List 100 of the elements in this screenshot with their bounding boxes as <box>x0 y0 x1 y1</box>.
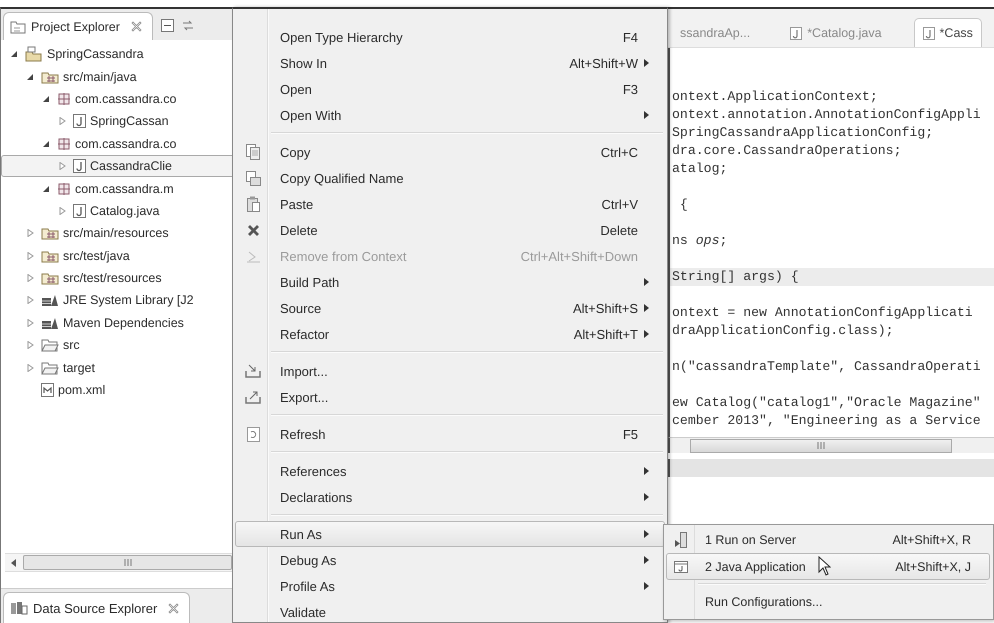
menu-item[interactable]: Debug As <box>235 547 665 573</box>
grip-icon <box>124 559 132 566</box>
project-explorer-tab[interactable]: Project Explorer <box>3 12 153 40</box>
shortcut-label: Alt+Shift+W <box>569 56 639 70</box>
scroll-thumb[interactable] <box>690 438 952 452</box>
shortcut-label: Delete <box>600 222 639 238</box>
tree-item[interactable]: com.cassandra.m <box>1 177 232 200</box>
tree-item[interactable]: src <box>1 334 232 356</box>
shortcut-label: Ctrl+V <box>602 196 639 212</box>
horizontal-scrollbar[interactable] <box>668 437 994 453</box>
menu-item[interactable]: Copy Qualified Name <box>235 165 665 191</box>
collapsed-arrow-icon[interactable] <box>26 229 34 238</box>
tree-item[interactable]: com.cassandra.co <box>1 132 232 155</box>
collapsed-arrow-icon[interactable] <box>26 341 34 350</box>
source-folder-icon <box>41 70 59 84</box>
collapsed-arrow-icon[interactable] <box>58 117 66 126</box>
scroll-thumb[interactable] <box>23 555 232 570</box>
tree-item[interactable]: src/test/java <box>1 244 232 267</box>
menu-item[interactable]: Source Alt+Shift+S <box>235 295 665 321</box>
collapse-all-icon[interactable] <box>160 19 174 32</box>
expanded-arrow-icon[interactable] <box>26 72 34 81</box>
menu-item[interactable]: References <box>235 458 665 484</box>
menu-item[interactable]: Validate <box>235 599 665 623</box>
menu-item[interactable]: 2 Java Application Alt+Shift+X, J <box>666 553 990 580</box>
folder-icon <box>41 338 59 352</box>
editor-tab[interactable]: *Cass <box>914 18 982 47</box>
library-icon <box>41 293 59 308</box>
code-line: draApplicationConfig.class); <box>671 322 895 340</box>
collapsed-arrow-icon[interactable] <box>26 296 34 304</box>
menu-item[interactable]: Run As <box>235 521 665 547</box>
code-line: SpringCassandraApplicationConfig; <box>671 124 934 142</box>
close-icon[interactable] <box>168 602 180 614</box>
menu-item[interactable]: Paste Ctrl+V <box>235 191 665 217</box>
tree-item[interactable]: src/test/resources <box>1 266 232 290</box>
code-line: ew Catalog("catalog1","Oracle Magazine" <box>671 394 982 412</box>
refresh-icon <box>246 426 260 442</box>
menu-item[interactable]: Import... <box>235 358 665 384</box>
code-line: dra.core.CassandraOperations; <box>671 142 902 160</box>
expanded-arrow-icon[interactable] <box>10 50 18 58</box>
remove-context-icon <box>246 250 260 262</box>
menu-item[interactable]: Open With <box>235 102 665 128</box>
import-icon <box>245 364 261 378</box>
menu-item[interactable]: Open F3 <box>235 76 665 102</box>
collapsed-arrow-icon[interactable] <box>26 318 34 327</box>
menu-item[interactable]: Profile As <box>235 573 665 599</box>
code-line: ns ops; <box>671 232 728 250</box>
menu-item[interactable]: Declarations <box>235 484 665 510</box>
tree-item[interactable]: com.cassandra.co <box>1 88 232 110</box>
collapsed-arrow-icon[interactable] <box>26 252 34 260</box>
shortcut-label: Ctrl+C <box>600 144 639 160</box>
source-folder-icon <box>41 248 59 263</box>
code-line: { <box>678 196 689 214</box>
copy-icon <box>246 144 260 160</box>
menu-item[interactable]: Refresh F5 <box>235 421 665 447</box>
collapsed-arrow-icon[interactable] <box>26 274 34 282</box>
sync-arrows-icon[interactable] <box>182 19 194 32</box>
menu-item[interactable]: Export... <box>235 384 665 410</box>
collapsed-arrow-icon[interactable] <box>58 162 66 170</box>
menu-item[interactable]: Delete Delete <box>235 217 665 243</box>
tree-item[interactable]: SpringCassandra <box>1 43 232 66</box>
java-file-icon <box>73 159 86 174</box>
tree-item[interactable]: target <box>1 356 232 379</box>
library-icon <box>41 316 59 330</box>
menu-item[interactable]: Open Type Hierarchy F4 <box>235 24 665 50</box>
tree-item[interactable]: JRE System Library [J2 <box>1 289 232 312</box>
folder-icon <box>41 360 59 375</box>
code-editor[interactable] <box>668 48 994 437</box>
mouse-pointer-icon <box>818 556 831 576</box>
java-file-icon <box>73 204 86 218</box>
paste-icon <box>246 196 260 212</box>
code-line: cember 2013", "Engineering as a Service <box>671 412 982 430</box>
menu-item[interactable]: Refactor Alt+Shift+T <box>235 321 665 347</box>
menu-item[interactable]: Show In Alt+Shift+W <box>235 50 665 76</box>
package-icon <box>57 92 71 106</box>
menu-item[interactable]: Run Configurations... <box>666 588 990 615</box>
expanded-arrow-icon[interactable] <box>42 94 50 103</box>
menu-item[interactable]: Build Path <box>235 269 665 295</box>
horizontal-scrollbar[interactable] <box>5 553 232 572</box>
tree-item[interactable]: Catalog.java <box>1 200 232 222</box>
tree-item[interactable]: src/main/resources <box>1 222 232 245</box>
tree-item[interactable]: Maven Dependencies <box>1 312 232 334</box>
tree-item[interactable]: CassandraClie <box>1 154 232 178</box>
menu-item[interactable]: 1 Run on Server Alt+Shift+X, R <box>666 526 990 553</box>
tree-item[interactable]: src/main/java <box>1 65 232 88</box>
maven-file-icon <box>41 383 54 398</box>
tree-item[interactable]: pom.xml <box>1 378 232 402</box>
collapsed-arrow-icon[interactable] <box>26 364 34 372</box>
scroll-left-arrow-icon[interactable] <box>11 558 17 566</box>
tree-item[interactable]: SpringCassan <box>1 110 232 133</box>
shortcut-label: F4 <box>622 30 639 44</box>
menu-item[interactable]: Copy Ctrl+C <box>235 139 665 165</box>
close-icon[interactable] <box>130 21 142 32</box>
data-source-explorer-tab[interactable]: Data Source Explorer <box>3 592 190 623</box>
grip-icon <box>817 442 825 449</box>
expanded-arrow-icon[interactable] <box>42 140 50 148</box>
java-file-icon <box>922 26 935 40</box>
shortcut-label: Alt+Shift+X, R <box>892 532 972 546</box>
copy-name-icon <box>246 170 260 186</box>
collapsed-arrow-icon[interactable] <box>58 206 66 215</box>
expanded-arrow-icon[interactable] <box>42 184 50 193</box>
